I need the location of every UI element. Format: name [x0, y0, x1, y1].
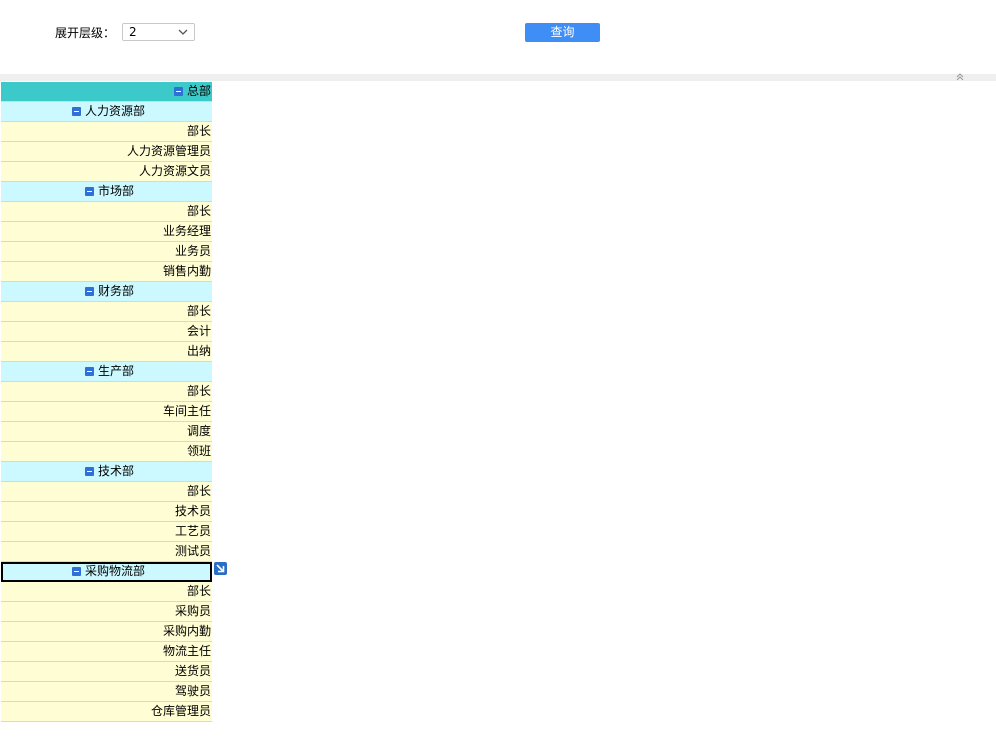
- tree-role-row[interactable]: 测试员: [1, 542, 212, 562]
- tree-role-row[interactable]: 仓库管理员: [1, 702, 212, 722]
- tree-dept-label: 人力资源部: [85, 104, 146, 118]
- collapse-icon[interactable]: [85, 187, 94, 196]
- tree-role-row[interactable]: 车间主任: [1, 402, 212, 422]
- tree-role-row[interactable]: 驾驶员: [1, 682, 212, 702]
- tree-role-row[interactable]: 业务员: [1, 242, 212, 262]
- expand-level-select[interactable]: 2: [122, 23, 195, 41]
- expand-arrow-icon[interactable]: [214, 562, 227, 575]
- collapse-icon[interactable]: [72, 567, 81, 576]
- tree-role-row[interactable]: 部长: [1, 302, 212, 322]
- collapse-icon[interactable]: [85, 287, 94, 296]
- tree-dept-row[interactable]: 财务部: [1, 282, 212, 302]
- tree-role-row[interactable]: 部长: [1, 122, 212, 142]
- tree-role-row[interactable]: 会计: [1, 322, 212, 342]
- tree-role-row[interactable]: 部长: [1, 482, 212, 502]
- tree-role-row[interactable]: 人力资源文员: [1, 162, 212, 182]
- tree-role-row[interactable]: 销售内勤: [1, 262, 212, 282]
- tree-dept-label: 采购物流部: [85, 564, 146, 578]
- expand-level-label: 展开层级：: [55, 26, 116, 40]
- query-button[interactable]: 查询: [525, 23, 600, 42]
- tree-dept-label: 市场部: [98, 184, 135, 198]
- tree-dept-row[interactable]: 市场部: [1, 182, 212, 202]
- tree-role-row[interactable]: 采购内勤: [1, 622, 212, 642]
- tree-dept-row[interactable]: 采购物流部: [1, 562, 212, 582]
- collapse-up-icon[interactable]: [955, 72, 965, 82]
- tree-role-row[interactable]: 部长: [1, 582, 212, 602]
- query-toolbar: 展开层级： 2 查询: [0, 0, 996, 74]
- chevron-down-icon: [178, 29, 188, 35]
- collapse-icon[interactable]: [85, 467, 94, 476]
- collapse-icon[interactable]: [72, 107, 81, 116]
- tree-root-row[interactable]: 总部: [1, 82, 212, 102]
- collapse-icon[interactable]: [85, 367, 94, 376]
- tree-role-row[interactable]: 部长: [1, 202, 212, 222]
- tree-role-row[interactable]: 物流主任: [1, 642, 212, 662]
- tree-role-row[interactable]: 技术员: [1, 502, 212, 522]
- tree-role-row[interactable]: 送货员: [1, 662, 212, 682]
- tree-role-row[interactable]: 工艺员: [1, 522, 212, 542]
- org-tree: 总部 人力资源部 部长 人力资源管理员 人力资源文员 市场部 部长 业务经理 业务员 销售内勤 财务…: [1, 82, 212, 722]
- tree-dept-row[interactable]: 生产部: [1, 362, 212, 382]
- tree-role-row[interactable]: 出纳: [1, 342, 212, 362]
- tree-dept-label: 技术部: [98, 464, 135, 478]
- tree-role-row[interactable]: 调度: [1, 422, 212, 442]
- tree-dept-row[interactable]: 人力资源部: [1, 102, 212, 122]
- tree-role-row[interactable]: 人力资源管理员: [1, 142, 212, 162]
- tree-role-row[interactable]: 采购员: [1, 602, 212, 622]
- tree-role-row[interactable]: 业务经理: [1, 222, 212, 242]
- tree-role-row[interactable]: 领班: [1, 442, 212, 462]
- tree-dept-label: 生产部: [98, 364, 135, 378]
- tree-root-label: 总部: [186, 84, 211, 98]
- tree-dept-label: 财务部: [98, 284, 135, 298]
- expand-level-value: 2: [129, 25, 137, 39]
- splitter-bar[interactable]: [0, 74, 996, 81]
- collapse-icon[interactable]: [174, 87, 183, 96]
- tree-dept-row[interactable]: 技术部: [1, 462, 212, 482]
- tree-role-row[interactable]: 部长: [1, 382, 212, 402]
